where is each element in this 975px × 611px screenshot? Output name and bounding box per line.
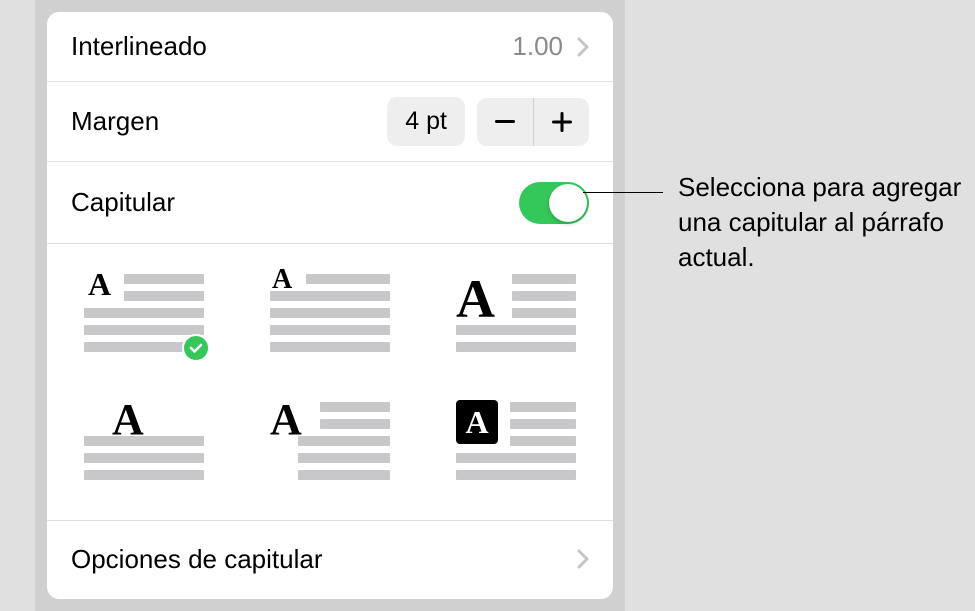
dropcap-style-6[interactable]: A [443,402,589,480]
margen-label: Margen [71,106,159,137]
dropcap-style-5-icon: A [270,402,390,480]
dropcap-style-1[interactable]: A [71,274,217,352]
margen-value: 4 pt [387,97,465,146]
row-margen: Margen 4 pt [47,82,613,162]
margen-stepper: 4 pt [387,97,589,146]
dropcap-style-6-icon: A [456,402,576,480]
minus-icon [495,120,515,124]
row-capitular: Capitular [47,162,613,244]
dropcap-styles-grid: A A [47,244,613,521]
row-opciones[interactable]: Opciones de capitular [47,521,613,597]
annotation-text: Selecciona para agregar una capitular al… [678,170,968,275]
dropcap-style-1-icon: A [84,274,204,352]
stepper-minus-button[interactable] [477,98,533,146]
chevron-right-icon [577,549,589,569]
dropcap-style-4-icon: A [84,402,204,480]
capitular-label: Capitular [71,187,175,218]
dropcap-style-2-icon: A [270,274,390,352]
opciones-label: Opciones de capitular [71,544,322,575]
annotation-leader-line [583,192,663,193]
interlineado-label: Interlineado [71,31,207,62]
toggle-knob [549,184,587,222]
dropcap-style-4[interactable]: A [71,402,217,480]
capitular-toggle[interactable] [519,182,589,224]
dropcap-style-3[interactable]: A [443,274,589,352]
format-panel: Interlineado 1.00 Margen 4 pt [47,12,613,599]
format-panel-container: Interlineado 1.00 Margen 4 pt [35,0,625,611]
interlineado-value-group: 1.00 [512,31,589,62]
row-interlineado[interactable]: Interlineado 1.00 [47,12,613,82]
interlineado-value: 1.00 [512,31,563,62]
dropcap-style-5[interactable]: A [257,402,403,480]
plus-icon [552,112,572,132]
dropcap-style-3-icon: A [456,274,576,352]
dropcap-style-2[interactable]: A [257,274,403,352]
stepper-plus-button[interactable] [533,98,589,146]
chevron-right-icon [577,37,589,57]
checkmark-icon [182,334,210,362]
stepper-buttons [477,98,589,146]
